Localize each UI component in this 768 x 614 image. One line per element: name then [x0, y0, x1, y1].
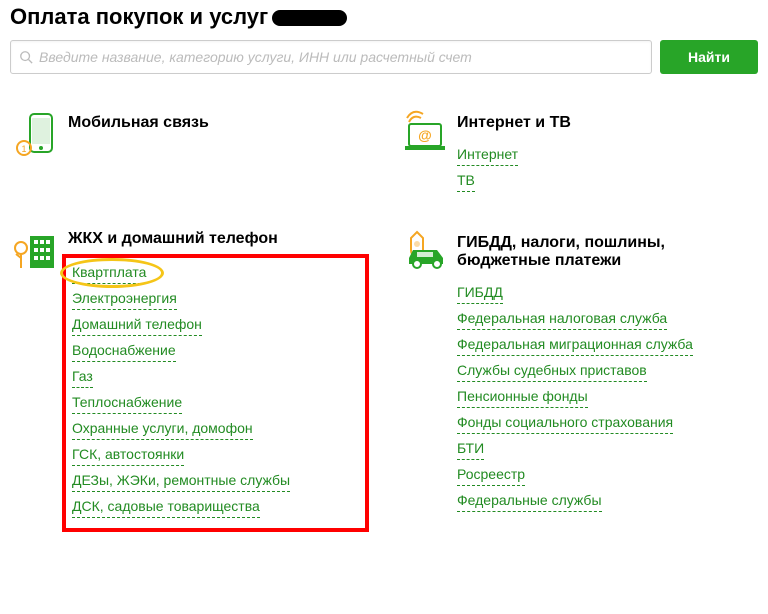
link-rosreestr[interactable]: Росреестр	[457, 464, 525, 486]
redacted-text	[272, 10, 347, 26]
house-building-icon	[10, 228, 60, 283]
category-government: ГИБДД, налоги, пошлины, бюджетные платеж…	[399, 228, 758, 532]
category-utilities: ЖКХ и домашний телефон Квартплата Электр…	[10, 228, 369, 532]
svg-text:1: 1	[21, 144, 26, 154]
search-input-wrap	[10, 40, 652, 74]
link-gas[interactable]: Газ	[72, 366, 93, 388]
search-button[interactable]: Найти	[660, 40, 758, 74]
category-title[interactable]: ЖКХ и домашний телефон	[68, 230, 369, 248]
category-title[interactable]: ГИБДД, налоги, пошлины, бюджетные платеж…	[457, 234, 758, 270]
internet-tv-icon: @	[399, 108, 449, 163]
link-tax-service[interactable]: Федеральная налоговая служба	[457, 308, 667, 330]
link-bailiffs[interactable]: Службы судебных приставов	[457, 360, 647, 382]
search-icon	[19, 50, 33, 64]
category-internet: @ Интернет и ТВ Интернет ТВ	[399, 108, 758, 200]
category-title[interactable]: Мобильная связь	[68, 114, 369, 132]
link-internet[interactable]: Интернет	[457, 144, 518, 166]
link-water[interactable]: Водоснабжение	[72, 340, 176, 362]
link-social-insurance[interactable]: Фонды социального страхования	[457, 412, 673, 434]
category-mobile: 1 Мобильная связь	[10, 108, 369, 200]
link-tv[interactable]: ТВ	[457, 170, 475, 192]
link-migration-service[interactable]: Федеральная миграционная служба	[457, 334, 693, 356]
category-title[interactable]: Интернет и ТВ	[457, 114, 758, 132]
link-pension-funds[interactable]: Пенсионные фонды	[457, 386, 588, 408]
mobile-phone-icon: 1	[10, 108, 60, 163]
search-bar: Найти	[10, 40, 758, 74]
link-bti[interactable]: БТИ	[457, 438, 484, 460]
link-heating[interactable]: Теплоснабжение	[72, 392, 182, 414]
link-kvartplata[interactable]: Квартплата	[72, 262, 146, 284]
link-gibdd[interactable]: ГИБДД	[457, 282, 503, 304]
link-home-phone[interactable]: Домашний телефон	[72, 314, 202, 336]
link-electricity[interactable]: Электроэнергия	[72, 288, 177, 310]
svg-text:@: @	[418, 127, 432, 143]
page-title: Оплата покупок и услуг	[10, 4, 758, 30]
utilities-links-highlighted: Квартплата Электроэнергия Домашний телеф…	[62, 254, 369, 532]
link-parking[interactable]: ГСК, автостоянки	[72, 444, 184, 466]
police-car-icon	[399, 228, 449, 283]
search-input[interactable]	[39, 49, 643, 65]
link-federal-services[interactable]: Федеральные службы	[457, 490, 602, 512]
link-repair-services[interactable]: ДЕЗы, ЖЭКи, ремонтные службы	[72, 470, 290, 492]
link-security-domofon[interactable]: Охранные услуги, домофон	[72, 418, 253, 440]
link-garden-coops[interactable]: ДСК, садовые товарищества	[72, 496, 260, 518]
